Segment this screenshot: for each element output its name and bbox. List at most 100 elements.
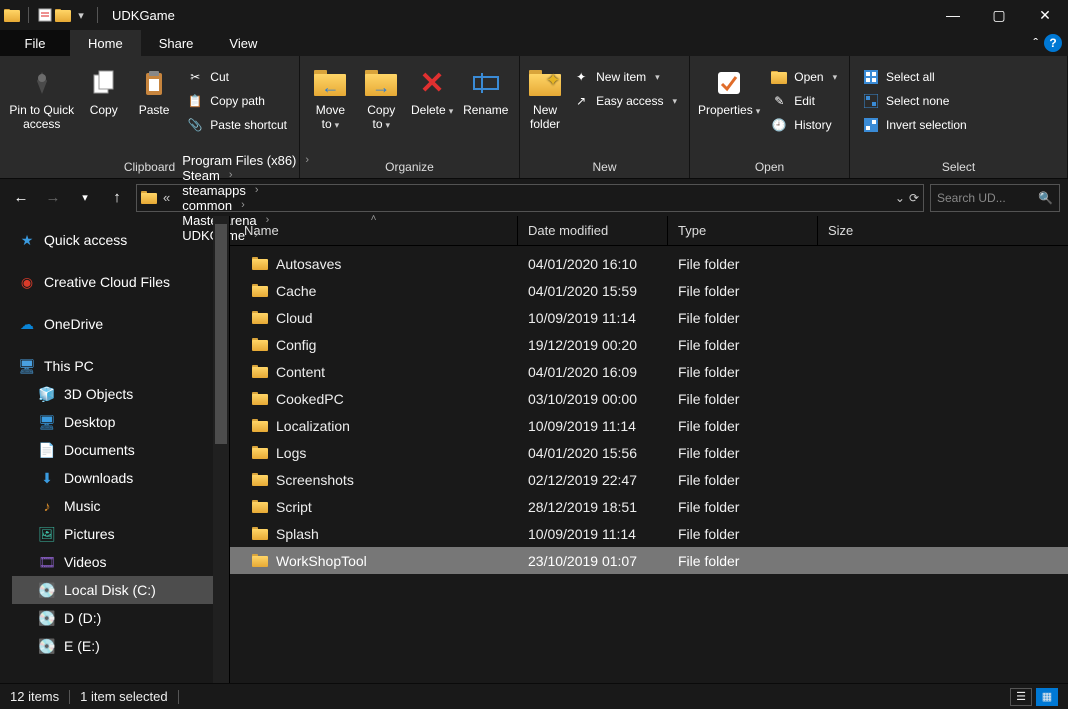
column-name[interactable]: ˄Name [230,216,518,245]
qat-properties-icon[interactable] [37,7,53,23]
folder-icon [252,257,268,270]
breadcrumb-segment[interactable]: common› [176,198,315,213]
sidebar-item[interactable]: 🧊3D Objects [12,380,229,408]
delete-button[interactable]: ✕ Delete▾ [410,62,455,118]
edit-button[interactable]: ✎Edit [766,90,841,112]
help-icon[interactable]: ? [1044,34,1062,52]
tab-file[interactable]: File [0,30,70,56]
new-folder-button[interactable]: ✦ New folder [528,62,562,131]
close-button[interactable]: ✕ [1022,0,1068,30]
file-row[interactable]: Script 28/12/2019 18:51 File folder [230,493,1068,520]
collapse-ribbon-icon[interactable]: ˆ [1033,35,1038,51]
paste-shortcut-button[interactable]: 📎Paste shortcut [182,114,291,136]
sidebar-item[interactable]: 🎞Videos [12,548,229,576]
address-folder-icon [141,191,157,204]
sidebar-scrollbar[interactable] [213,216,229,683]
window-folder-icon [4,9,20,22]
file-row[interactable]: Content 04/01/2020 16:09 File folder [230,358,1068,385]
status-bar: 12 items 1 item selected ☰ ▦ [0,683,1068,709]
paste-button[interactable]: Paste [132,62,176,117]
file-row[interactable]: Config 19/12/2019 00:20 File folder [230,331,1068,358]
rename-button[interactable]: Rename [461,62,511,117]
refresh-button[interactable]: ⟳ [909,191,919,205]
file-type: File folder [668,499,818,515]
file-type: File folder [668,256,818,272]
group-select-label: Select [858,158,1059,176]
select-none-icon [862,92,880,110]
copy-path-button[interactable]: 📋Copy path [182,90,291,112]
sidebar-item-label: E (E:) [64,638,100,654]
file-name: Cloud [276,310,313,326]
select-all-button[interactable]: Select all [858,66,971,88]
properties-button[interactable]: Properties▾ [698,62,760,118]
sidebar-item-label: Pictures [64,526,115,542]
sidebar-item[interactable]: ⬇Downloads [12,464,229,492]
sidebar-item[interactable]: 💽Local Disk (C:) [12,576,229,604]
sidebar-creative-cloud[interactable]: ◉Creative Cloud Files [12,268,229,296]
sidebar-item-icon: 💽 [38,637,56,655]
copy-to-button[interactable]: → Copy to▾ [359,62,404,132]
qat-dropdown-icon[interactable]: ▾ [73,7,89,23]
column-size[interactable]: Size [818,216,1068,245]
forward-button[interactable]: → [40,185,66,211]
new-item-button[interactable]: ✦New item▾ [568,66,681,88]
sidebar-item[interactable]: 🖼Pictures [12,520,229,548]
history-button[interactable]: 🕘History [766,114,841,136]
sidebar-item[interactable]: ♪Music [12,492,229,520]
address-bar[interactable]: « Program Files (x86)›Steam›steamapps›co… [136,184,924,212]
search-input[interactable]: Search UD... 🔍 [930,184,1060,212]
file-row[interactable]: Logs 04/01/2020 15:56 File folder [230,439,1068,466]
file-name: CookedPC [276,391,344,407]
sidebar-item-icon: 🖥 [38,413,56,431]
sidebar-quick-access[interactable]: ★Quick access [12,226,229,254]
thumbnails-view-button[interactable]: ▦ [1036,688,1058,706]
back-button[interactable]: ← [8,185,34,211]
qat-folder-icon[interactable] [55,9,71,22]
sidebar-item[interactable]: 📄Documents [12,436,229,464]
file-row[interactable]: Screenshots 02/12/2019 22:47 File folder [230,466,1068,493]
breadcrumb-segment[interactable]: Steam› [176,168,315,183]
ribbon: Pin to Quick access Copy Paste ✂Cut 📋Cop… [0,56,1068,178]
file-row[interactable]: CookedPC 03/10/2019 00:00 File folder [230,385,1068,412]
open-button[interactable]: Open▾ [766,66,841,88]
maximize-button[interactable]: ▢ [976,0,1022,30]
folder-icon [252,554,268,567]
file-row[interactable]: Localization 10/09/2019 11:14 File folde… [230,412,1068,439]
file-row[interactable]: WorkShopTool 23/10/2019 01:07 File folde… [230,547,1068,574]
column-date[interactable]: Date modified [518,216,668,245]
recent-locations-button[interactable]: ▾ [72,185,98,211]
invert-selection-button[interactable]: Invert selection [858,114,971,136]
tab-home[interactable]: Home [70,30,141,56]
select-none-button[interactable]: Select none [858,90,971,112]
copy-button[interactable]: Copy [82,62,126,117]
details-view-button[interactable]: ☰ [1010,688,1032,706]
pin-to-quick-access-button[interactable]: Pin to Quick access [8,62,76,131]
sidebar-item[interactable]: 💽D (D:) [12,604,229,632]
file-row[interactable]: Autosaves 04/01/2020 16:10 File folder [230,250,1068,277]
minimize-button[interactable]: ― [930,0,976,30]
file-row[interactable]: Cloud 10/09/2019 11:14 File folder [230,304,1068,331]
folder-icon [252,338,268,351]
column-type[interactable]: Type [668,216,818,245]
breadcrumb-segment[interactable]: steamapps› [176,183,315,198]
breadcrumb-overflow[interactable]: « [157,185,176,211]
address-dropdown-icon[interactable]: ⌄ [895,191,905,205]
select-all-icon [862,68,880,86]
file-type: File folder [668,337,818,353]
easy-access-button[interactable]: ↗Easy access▾ [568,90,681,112]
sidebar-onedrive[interactable]: ☁OneDrive [12,310,229,338]
file-type: File folder [668,526,818,542]
tab-share[interactable]: Share [141,30,212,56]
tab-view[interactable]: View [211,30,275,56]
sidebar-item[interactable]: 💽 E (E:) [12,632,229,660]
file-name: Logs [276,445,306,461]
file-row[interactable]: Cache 04/01/2020 15:59 File folder [230,277,1068,304]
breadcrumb-segment[interactable]: Program Files (x86)› [176,153,315,168]
cut-button[interactable]: ✂Cut [182,66,291,88]
move-to-button[interactable]: ← Move to▾ [308,62,353,132]
file-row[interactable]: Splash 10/09/2019 11:14 File folder [230,520,1068,547]
up-button[interactable]: ↑ [104,185,130,211]
sidebar-item[interactable]: 🖥Desktop [12,408,229,436]
folder-icon [252,419,268,432]
sidebar-this-pc[interactable]: 🖥This PC [12,352,229,380]
